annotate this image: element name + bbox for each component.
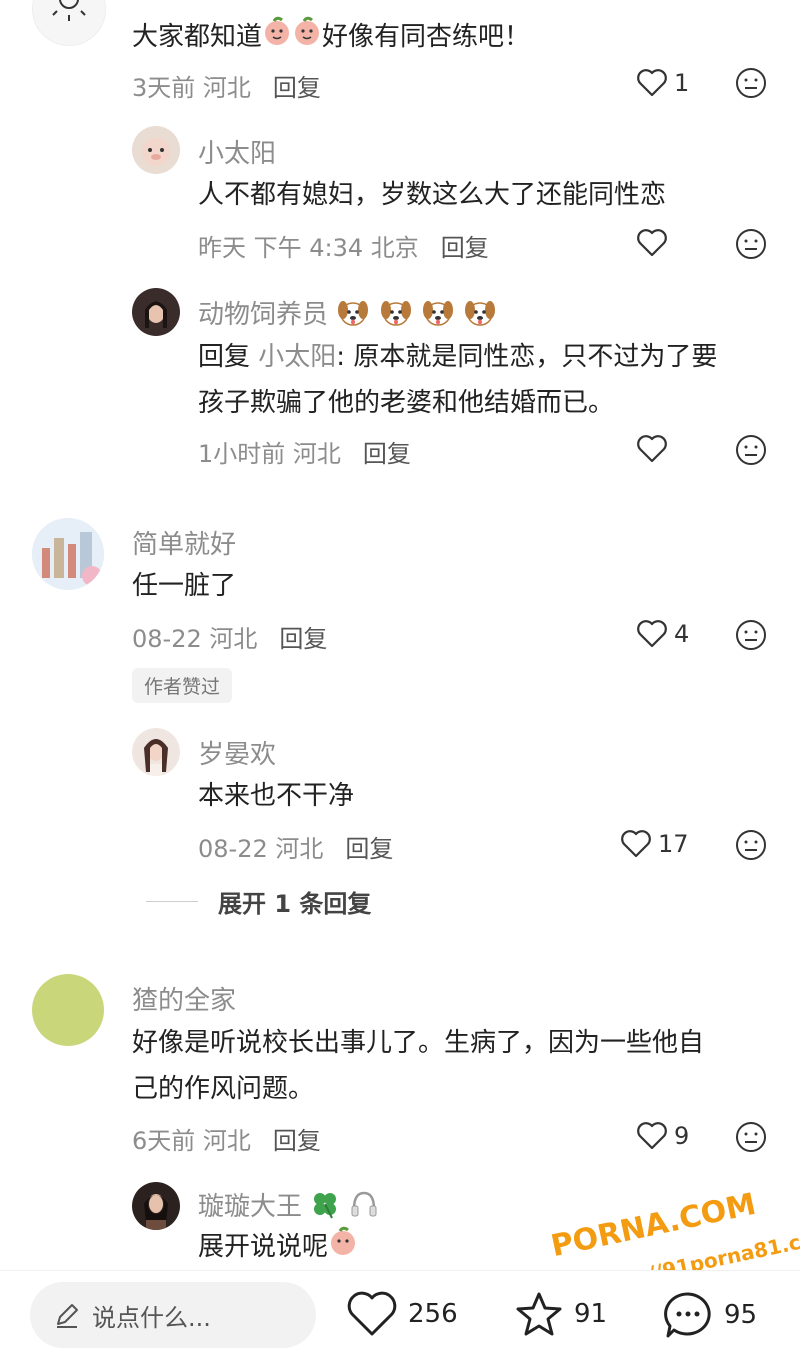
divider bbox=[146, 901, 198, 902]
dog-emoji bbox=[379, 297, 413, 334]
pencil-icon bbox=[57, 1304, 78, 1328]
comment-meta: 08-22 河北 回复 bbox=[198, 835, 394, 863]
reply-button[interactable]: 回复 bbox=[273, 74, 321, 102]
face-icon[interactable] bbox=[735, 67, 767, 99]
headphones-emoji bbox=[349, 1189, 379, 1226]
comment-input[interactable]: 说点什么... bbox=[30, 1282, 316, 1348]
commenter-name[interactable]: 小太阳 bbox=[198, 133, 276, 170]
comment-text: 大家都知道 好像有同杏练吧！ bbox=[132, 14, 530, 61]
like-button[interactable]: 4 bbox=[636, 619, 689, 649]
peach-emoji bbox=[292, 15, 322, 61]
face-icon[interactable] bbox=[735, 228, 767, 260]
like-count: 17 bbox=[658, 830, 689, 858]
clover-emoji bbox=[310, 1189, 340, 1226]
reply-target[interactable]: 小太阳 bbox=[258, 342, 336, 372]
like-button[interactable]: 9 bbox=[636, 1121, 689, 1151]
commenter-name[interactable]: 璇璇大王 bbox=[198, 1186, 379, 1226]
commenter-name[interactable]: 猹的全家 bbox=[132, 980, 236, 1017]
comment-meta: 08-22 河北 回复 bbox=[132, 625, 328, 653]
comment-input-placeholder: 说点什么... bbox=[92, 1303, 211, 1332]
like-button[interactable] bbox=[636, 228, 668, 258]
chat-bubble-icon bbox=[664, 1292, 711, 1338]
reply-button[interactable]: 回复 bbox=[363, 440, 411, 468]
expand-replies-button[interactable]: 展开 1 条回复 bbox=[146, 884, 371, 919]
dog-emoji bbox=[463, 297, 497, 334]
comment-meta: 3天前 河北 回复 bbox=[132, 74, 321, 102]
face-icon[interactable] bbox=[735, 619, 767, 651]
reply-button[interactable]: 回复 bbox=[441, 234, 489, 262]
comment-text: 好像是听说校长出事儿了。生病了，因为一些他自 己的作风问题。 bbox=[132, 1028, 705, 1104]
commenter-name[interactable]: 简单就好 bbox=[132, 524, 236, 561]
like-count: 9 bbox=[674, 1122, 690, 1150]
like-count: 4 bbox=[674, 620, 690, 648]
commenter-name[interactable]: 动物饲养员 bbox=[198, 294, 497, 334]
heart-icon bbox=[637, 1122, 667, 1150]
like-button[interactable] bbox=[636, 434, 668, 464]
comment-text: 任一脏了 bbox=[132, 571, 237, 601]
heart-icon bbox=[621, 830, 651, 858]
avatar-jiandanjiuhao[interactable] bbox=[32, 518, 104, 590]
reply-button[interactable]: 回复 bbox=[273, 1127, 321, 1155]
star-icon bbox=[516, 1292, 562, 1336]
peach-emoji bbox=[262, 15, 292, 61]
comment-text: 回复 小太阳: 原本就是同性恋，只不过为了要 孩子欺骗了他的老婆和他结婚而已。 bbox=[198, 342, 718, 418]
comment-button[interactable]: 95 bbox=[662, 1290, 757, 1340]
expand-replies-label: 展开 1 条回复 bbox=[218, 890, 372, 918]
peach-emoji bbox=[328, 1225, 358, 1271]
comment-meta: 昨天 下午 4:34 北京 回复 bbox=[198, 234, 489, 262]
comment-text: 人不都有媳妇，岁数这么大了还能同性恋 bbox=[198, 180, 667, 210]
comment-text: 展开说说呢 bbox=[198, 1224, 358, 1271]
favorite-count: 91 bbox=[574, 1299, 608, 1329]
commenter-name[interactable]: 岁晏欢 bbox=[198, 734, 276, 771]
comment-count: 95 bbox=[724, 1300, 758, 1330]
face-icon[interactable] bbox=[735, 829, 767, 861]
author-liked-badge: 作者赞过 bbox=[132, 668, 233, 703]
like-button[interactable]: 17 bbox=[620, 829, 689, 859]
face-icon[interactable] bbox=[735, 434, 767, 466]
like-count: 1 bbox=[674, 69, 690, 97]
like-button[interactable]: 1 bbox=[636, 68, 689, 98]
comment-meta: 6天前 河北 回复 bbox=[132, 1127, 321, 1155]
heart-icon bbox=[637, 229, 667, 257]
heart-icon bbox=[347, 1291, 397, 1336]
like-post-button[interactable]: 256 bbox=[346, 1290, 458, 1338]
avatar-xuanxuandawang[interactable] bbox=[132, 1182, 180, 1230]
dog-emoji bbox=[421, 297, 455, 334]
heart-icon bbox=[637, 620, 667, 648]
avatar-chadequanjia[interactable] bbox=[32, 974, 104, 1046]
sun-icon bbox=[52, 0, 86, 21]
dog-emoji bbox=[336, 297, 370, 334]
comment-meta: 1小时前 河北 回复 bbox=[198, 440, 411, 468]
avatar-xiaotaiyang[interactable] bbox=[132, 126, 180, 174]
reply-button[interactable]: 回复 bbox=[345, 835, 393, 863]
avatar-suiyanhuan[interactable] bbox=[132, 728, 180, 776]
favorite-button[interactable]: 91 bbox=[514, 1290, 607, 1338]
like-post-count: 256 bbox=[408, 1299, 458, 1329]
heart-icon bbox=[637, 435, 667, 463]
avatar-dongwusiyangyuan[interactable] bbox=[132, 288, 180, 336]
comment-text: 本来也不干净 bbox=[198, 781, 355, 811]
face-icon[interactable] bbox=[735, 1121, 767, 1153]
heart-icon bbox=[637, 69, 667, 97]
reply-button[interactable]: 回复 bbox=[279, 625, 327, 653]
avatar-sun[interactable] bbox=[32, 0, 106, 46]
